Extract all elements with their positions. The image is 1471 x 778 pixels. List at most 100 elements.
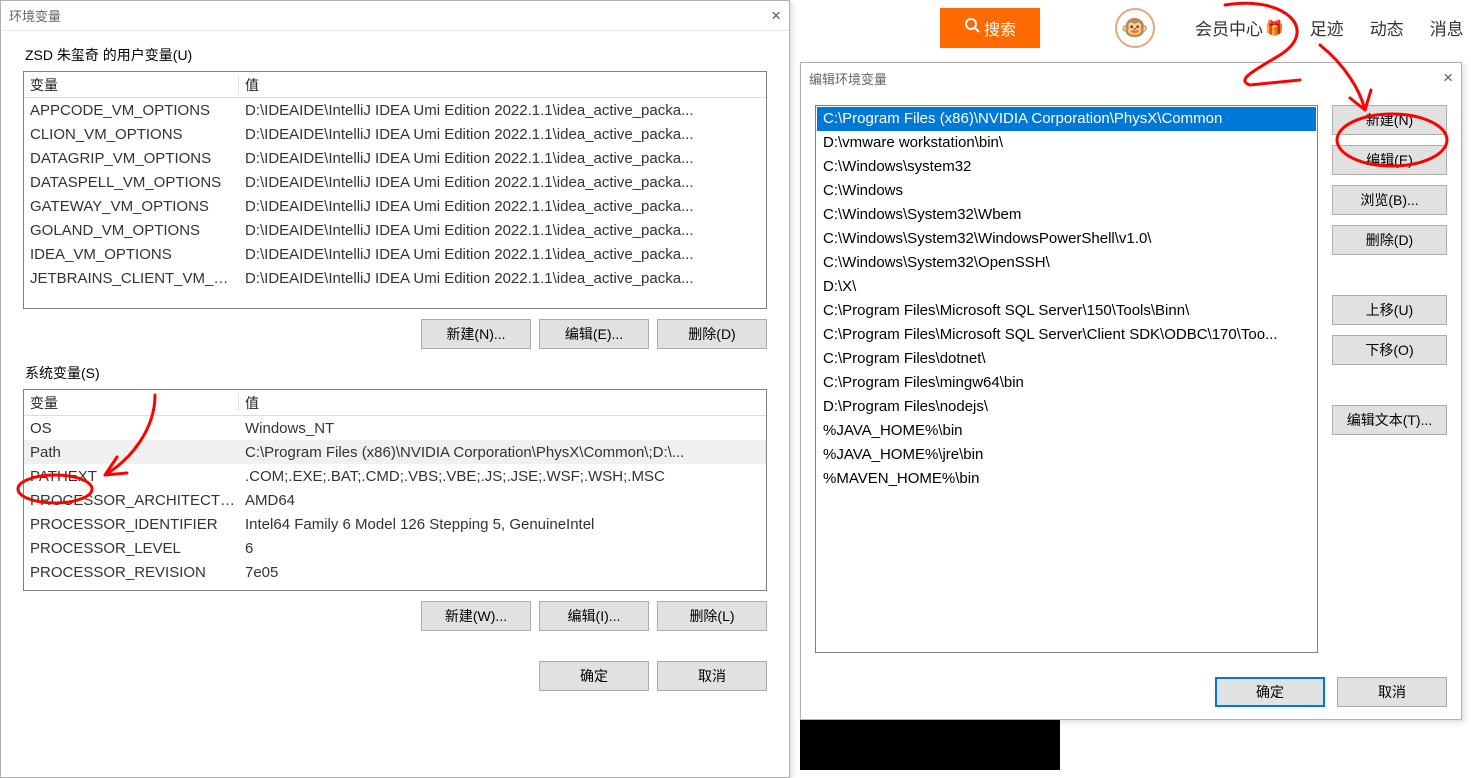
var-name-cell: PROCESSOR_IDENTIFIER (24, 516, 239, 533)
background-strip (800, 720, 1060, 770)
user-vars-label: ZSD 朱玺奇 的用户变量(U) (23, 45, 767, 65)
delete-user-var-button[interactable]: 删除(D) (657, 319, 767, 349)
table-row[interactable]: PROCESSOR_IDENTIFIERIntel64 Family 6 Mod… (24, 512, 766, 536)
table-row[interactable]: PATHEXT.COM;.EXE;.BAT;.CMD;.VBS;.VBE;.JS… (24, 464, 766, 488)
edit-env-var-dialog: 编辑环境变量 × C:\Program Files (x86)\NVIDIA C… (800, 62, 1462, 720)
new-sys-var-button[interactable]: 新建(W)... (421, 601, 531, 631)
edit-text-button[interactable]: 编辑文本(T)... (1332, 405, 1447, 435)
var-value-cell: D:\IDEAIDE\IntelliJ IDEA Umi Edition 202… (239, 150, 766, 167)
list-item[interactable]: C:\Windows\System32\Wbem (817, 203, 1316, 227)
side-button-column: 新建(N) 编辑(E) 浏览(B)... 删除(D) 上移(U) 下移(O) 编… (1332, 105, 1447, 653)
var-value-cell: D:\IDEAIDE\IntelliJ IDEA Umi Edition 202… (239, 102, 766, 119)
var-value-cell: Windows_NT (239, 420, 766, 437)
var-value-cell: AMD64 (239, 492, 766, 509)
edit-sys-var-button[interactable]: 编辑(I)... (539, 601, 649, 631)
user-vars-grid[interactable]: 变量 值 APPCODE_VM_OPTIONSD:\IDEAIDE\Intell… (23, 71, 767, 309)
nav-links: 会员中心🎁 足迹 动态 消息 (1195, 15, 1464, 40)
grid-header: 变量 值 (24, 390, 766, 416)
table-row[interactable]: GATEWAY_VM_OPTIONSD:\IDEAIDE\IntelliJ ID… (24, 194, 766, 218)
list-item[interactable]: C:\Windows\System32\WindowsPowerShell\v1… (817, 227, 1316, 251)
gift-icon: 🎁 (1265, 19, 1284, 37)
table-row[interactable]: APPCODE_VM_OPTIONSD:\IDEAIDE\IntelliJ ID… (24, 98, 766, 122)
var-name-cell: PROCESSOR_REVISION (24, 564, 239, 581)
var-name-cell: GATEWAY_VM_OPTIONS (24, 198, 239, 215)
list-item[interactable]: C:\Program Files\Microsoft SQL Server\Cl… (817, 323, 1316, 347)
table-row[interactable]: OSWindows_NT (24, 416, 766, 440)
var-name-cell: CLION_VM_OPTIONS (24, 126, 239, 143)
nav-link-trace[interactable]: 足迹 (1310, 15, 1344, 40)
nav-link-activity[interactable]: 动态 (1370, 15, 1404, 40)
sys-vars-section: 系统变量(S) 变量 值 OSWindows_NTPathC:\Program … (23, 363, 767, 631)
col-variable[interactable]: 变量 (24, 393, 239, 413)
env-vars-dialog: 环境变量 × ZSD 朱玺奇 的用户变量(U) 变量 值 APPCODE_VM_… (0, 0, 790, 778)
env-cancel-button[interactable]: 取消 (657, 661, 767, 691)
nav-link-message[interactable]: 消息 (1430, 15, 1464, 40)
env-ok-button[interactable]: 确定 (539, 661, 649, 691)
edit-entry-button[interactable]: 编辑(E) (1332, 145, 1447, 175)
var-name-cell: IDEA_VM_OPTIONS (24, 246, 239, 263)
nav-link-member[interactable]: 会员中心🎁 (1195, 15, 1284, 40)
table-row[interactable]: JETBRAINS_CLIENT_VM_OP...D:\IDEAIDE\Inte… (24, 266, 766, 290)
var-value-cell: .COM;.EXE;.BAT;.CMD;.VBS;.VBE;.JS;.JSE;.… (239, 468, 766, 485)
list-item[interactable]: C:\Windows (817, 179, 1316, 203)
table-row[interactable]: GOLAND_VM_OPTIONSD:\IDEAIDE\IntelliJ IDE… (24, 218, 766, 242)
table-row[interactable]: PathC:\Program Files (x86)\NVIDIA Corpor… (24, 440, 766, 464)
table-row[interactable]: CLION_VM_OPTIONSD:\IDEAIDE\IntelliJ IDEA… (24, 122, 766, 146)
close-icon[interactable]: × (771, 6, 781, 26)
table-row[interactable]: PROCESSOR_REVISION7e05 (24, 560, 766, 584)
close-icon[interactable]: × (1443, 68, 1453, 88)
search-button[interactable]: 搜索 (940, 8, 1040, 48)
user-vars-section: ZSD 朱玺奇 的用户变量(U) 变量 值 APPCODE_VM_OPTIONS… (23, 45, 767, 349)
col-variable[interactable]: 变量 (24, 75, 239, 95)
table-row[interactable]: DATAGRIP_VM_OPTIONSD:\IDEAIDE\IntelliJ I… (24, 146, 766, 170)
col-value[interactable]: 值 (239, 393, 766, 413)
move-up-button[interactable]: 上移(U) (1332, 295, 1447, 325)
browse-button[interactable]: 浏览(B)... (1332, 185, 1447, 215)
list-item[interactable]: C:\Program Files\mingw64\bin (817, 371, 1316, 395)
search-label: 搜索 (984, 16, 1016, 40)
list-item[interactable]: %JAVA_HOME%\bin (817, 419, 1316, 443)
browser-top-bar: 搜索 🐵 会员中心🎁 足迹 动态 消息 (790, 0, 1471, 55)
list-item[interactable]: C:\Windows\System32\OpenSSH\ (817, 251, 1316, 275)
path-entries-list[interactable]: C:\Program Files (x86)\NVIDIA Corporatio… (815, 105, 1318, 653)
col-value[interactable]: 值 (239, 75, 766, 95)
table-row[interactable]: IDEA_VM_OPTIONSD:\IDEAIDE\IntelliJ IDEA … (24, 242, 766, 266)
var-name-cell: DATAGRIP_VM_OPTIONS (24, 150, 239, 167)
table-row[interactable]: PROCESSOR_ARCHITECTUREAMD64 (24, 488, 766, 512)
edit-ok-button[interactable]: 确定 (1215, 677, 1325, 707)
delete-sys-var-button[interactable]: 删除(L) (657, 601, 767, 631)
delete-entry-button[interactable]: 删除(D) (1332, 225, 1447, 255)
var-name-cell: APPCODE_VM_OPTIONS (24, 102, 239, 119)
list-item[interactable]: D:\X\ (817, 275, 1316, 299)
list-item[interactable]: C:\Program Files\dotnet\ (817, 347, 1316, 371)
var-value-cell: D:\IDEAIDE\IntelliJ IDEA Umi Edition 202… (239, 246, 766, 263)
var-name-cell: PROCESSOR_ARCHITECTURE (24, 492, 239, 509)
new-user-var-button[interactable]: 新建(N)... (421, 319, 531, 349)
edit-user-var-button[interactable]: 编辑(E)... (539, 319, 649, 349)
var-name-cell: Path (24, 444, 239, 461)
list-item[interactable]: %JAVA_HOME%\jre\bin (817, 443, 1316, 467)
edit-cancel-button[interactable]: 取消 (1337, 677, 1447, 707)
list-item[interactable]: %MAVEN_HOME%\bin (817, 467, 1316, 491)
new-entry-button[interactable]: 新建(N) (1332, 105, 1447, 135)
var-name-cell: PROCESSOR_LEVEL (24, 540, 239, 557)
env-dialog-titlebar: 环境变量 × (1, 1, 789, 31)
list-item[interactable]: D:\Program Files\nodejs\ (817, 395, 1316, 419)
var-value-cell: D:\IDEAIDE\IntelliJ IDEA Umi Edition 202… (239, 174, 766, 191)
list-item[interactable]: C:\Windows\system32 (817, 155, 1316, 179)
var-name-cell: GOLAND_VM_OPTIONS (24, 222, 239, 239)
list-item[interactable]: C:\Program Files\Microsoft SQL Server\15… (817, 299, 1316, 323)
list-item[interactable]: D:\vmware workstation\bin\ (817, 131, 1316, 155)
var-name-cell: PATHEXT (24, 468, 239, 485)
sys-vars-grid[interactable]: 变量 值 OSWindows_NTPathC:\Program Files (x… (23, 389, 767, 591)
table-row[interactable]: DATASPELL_VM_OPTIONSD:\IDEAIDE\IntelliJ … (24, 170, 766, 194)
var-value-cell: D:\IDEAIDE\IntelliJ IDEA Umi Edition 202… (239, 270, 766, 287)
move-down-button[interactable]: 下移(O) (1332, 335, 1447, 365)
avatar[interactable]: 🐵 (1115, 8, 1155, 48)
edit-dialog-titlebar: 编辑环境变量 × (801, 63, 1461, 93)
table-row[interactable]: PROCESSOR_LEVEL6 (24, 536, 766, 560)
edit-dialog-title: 编辑环境变量 (809, 69, 887, 88)
env-dialog-title: 环境变量 (9, 6, 61, 25)
list-item[interactable]: C:\Program Files (x86)\NVIDIA Corporatio… (817, 107, 1316, 131)
var-value-cell: Intel64 Family 6 Model 126 Stepping 5, G… (239, 516, 766, 533)
